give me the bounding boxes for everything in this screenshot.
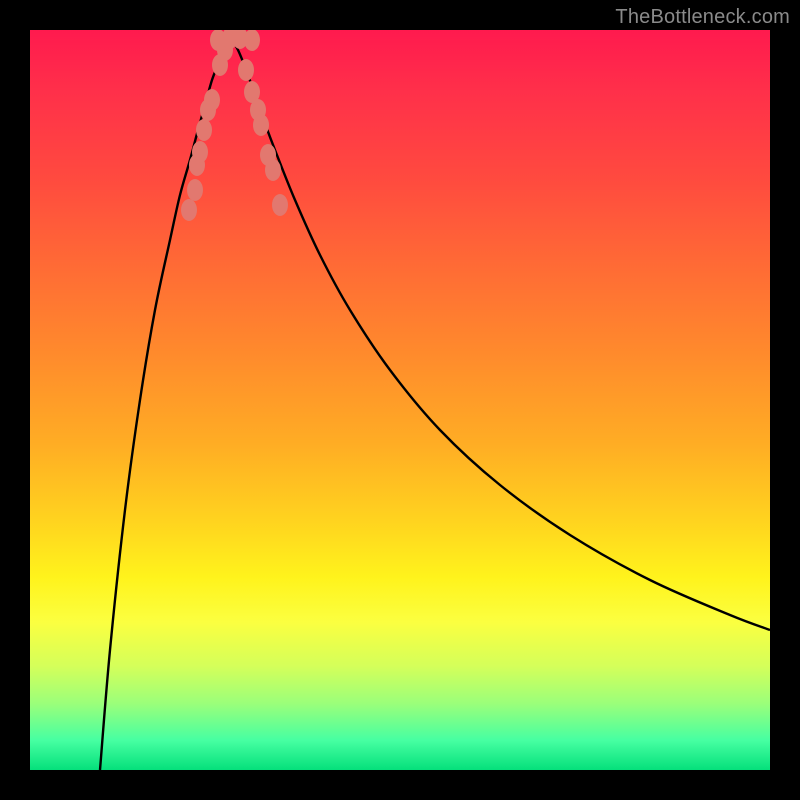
data-point — [272, 194, 288, 216]
watermark-text: TheBottleneck.com — [615, 6, 790, 29]
data-point — [238, 59, 254, 81]
curve-svg — [30, 30, 770, 770]
dots-group — [181, 30, 288, 221]
data-point — [187, 179, 203, 201]
data-point — [204, 89, 220, 111]
data-point — [192, 141, 208, 163]
data-point — [244, 30, 260, 51]
data-point — [181, 199, 197, 221]
data-point — [253, 114, 269, 136]
plot-area — [30, 30, 770, 770]
chart-frame: TheBottleneck.com — [0, 0, 800, 800]
data-point — [196, 119, 212, 141]
data-point — [265, 159, 281, 181]
